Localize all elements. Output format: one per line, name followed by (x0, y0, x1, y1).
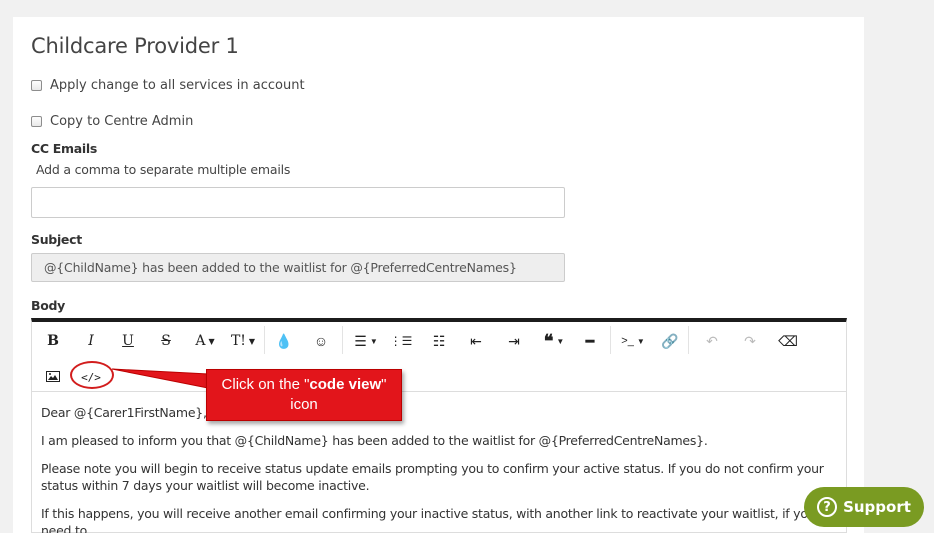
eraser-icon: ⌫ (778, 332, 798, 349)
body-paragraph: If this happens, you will receive anothe… (41, 506, 816, 533)
horizontal-rule-icon: ━ (585, 332, 595, 349)
italic-button[interactable]: I (81, 330, 101, 352)
bullet-list-button[interactable]: ☷ (429, 330, 449, 352)
chevron-down-icon: ▼ (636, 336, 645, 346)
copy-centre-admin-checkbox-row[interactable]: Copy to Centre Admin (31, 114, 193, 129)
chevron-down-icon: ▼ (248, 336, 256, 346)
body-greeting: Dear @{Carer1FirstName}, (41, 405, 207, 420)
chevron-down-icon: ▼ (556, 336, 565, 346)
bold-button[interactable]: B (43, 330, 63, 352)
help-icon: ? (817, 497, 838, 517)
undo-button[interactable]: ↶ (702, 330, 722, 352)
ordered-list-button[interactable]: ⋮☰ (389, 330, 413, 352)
copy-centre-admin-checkbox[interactable] (31, 116, 42, 127)
ordered-list-icon: ⋮☰ (389, 334, 413, 348)
apply-all-services-checkbox[interactable] (31, 80, 42, 91)
body-label: Body (31, 298, 66, 313)
apply-all-services-checkbox-row[interactable]: Apply change to all services in account (31, 78, 305, 93)
toolbar-separator (342, 326, 343, 354)
editor-content[interactable]: Dear @{Carer1FirstName}, I am pleased to… (41, 404, 841, 533)
font-size-button[interactable]: T! ▼ (227, 330, 259, 352)
indent-button[interactable]: ⇥ (504, 330, 524, 352)
subject-label: Subject (31, 232, 82, 247)
support-label: Support (843, 498, 911, 516)
subject-input[interactable]: @{ChildName} has been added to the waitl… (31, 253, 565, 282)
copy-centre-admin-label: Copy to Centre Admin (50, 114, 194, 129)
outdent-icon: ⇤ (470, 332, 482, 349)
callout-strong: code view (309, 376, 382, 393)
cc-emails-help: Add a comma to separate multiple emails (36, 162, 291, 177)
indent-icon: ⇥ (508, 332, 520, 349)
toolbar-separator (610, 326, 611, 354)
image-icon (46, 369, 60, 385)
blockquote-button[interactable]: ❝ ▼ (539, 330, 569, 352)
underline-button[interactable]: U (118, 330, 138, 352)
instruction-callout: Click on the "code view" icon (206, 369, 402, 421)
horizontal-rule-button[interactable]: ━ (580, 330, 600, 352)
highlight-circle (70, 361, 114, 389)
code-block-button[interactable]: >_ ▼ (618, 330, 648, 352)
strikethrough-button[interactable]: S (156, 330, 176, 352)
drop-icon: 💧 (275, 332, 293, 349)
callout-arrow-icon (111, 368, 209, 389)
chevron-down-icon: ▼ (208, 336, 215, 346)
bullet-list-icon: ☷ (432, 332, 446, 349)
clear-format-button[interactable]: ⌫ (778, 330, 798, 352)
highlight-drop-button[interactable]: 💧 (274, 330, 294, 352)
callout-suffix: icon (290, 396, 318, 413)
smiley-icon: ☺ (313, 333, 329, 349)
callout-quote-close: " (381, 376, 387, 393)
insert-image-button[interactable] (43, 366, 63, 388)
font-color-button[interactable]: A ▼ (190, 330, 220, 352)
align-button[interactable]: ☰ ▼ (351, 330, 381, 352)
font-size-icon: T! (230, 333, 246, 349)
quote-icon: ❝ (543, 330, 554, 351)
outdent-button[interactable]: ⇤ (466, 330, 486, 352)
cc-emails-input[interactable] (31, 187, 565, 218)
rich-text-editor: B I U S A ▼ T! ▼ 💧 ☺ ☰ ▼ ⋮☰ ☷ ⇤ ⇥ ❝ ▼ ━ >_ ▼ … (31, 318, 847, 533)
body-paragraph: Please note you will begin to receive st… (41, 461, 824, 493)
redo-button[interactable]: ↷ (740, 330, 760, 352)
link-icon: 🔗 (661, 332, 679, 349)
support-button[interactable]: ? Support (804, 487, 924, 527)
page-title: Childcare Provider 1 (31, 34, 239, 58)
callout-prefix: Click on the (221, 376, 305, 393)
redo-icon: ↷ (744, 332, 756, 349)
link-button[interactable]: 🔗 (660, 330, 680, 352)
toolbar-separator (264, 326, 265, 354)
apply-all-services-label: Apply change to all services in account (50, 78, 305, 93)
undo-icon: ↶ (706, 332, 718, 349)
emoji-button[interactable]: ☺ (311, 330, 331, 352)
terminal-icon: >_ (621, 335, 634, 347)
font-color-icon: A (195, 333, 206, 349)
chevron-down-icon: ▼ (369, 336, 378, 346)
toolbar-separator (688, 326, 689, 354)
cc-emails-label: CC Emails (31, 141, 98, 156)
body-paragraph: I am pleased to inform you that @{ChildN… (41, 433, 708, 448)
align-left-icon: ☰ (354, 332, 367, 349)
